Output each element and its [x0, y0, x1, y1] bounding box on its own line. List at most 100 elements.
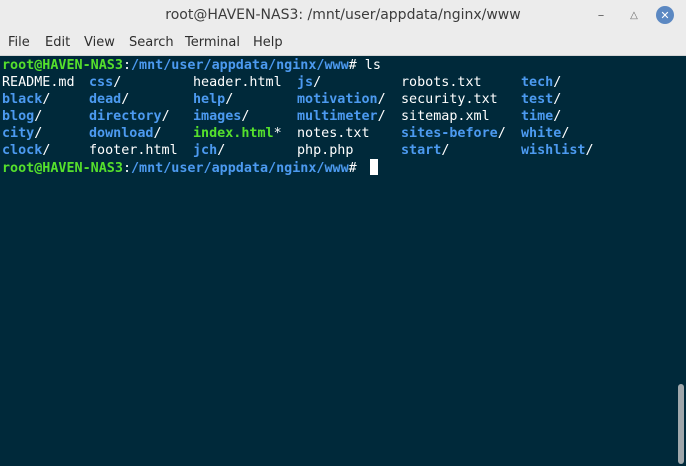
listing-entry-help: help/	[193, 91, 233, 108]
entry-name: city	[2, 126, 35, 141]
menu-view[interactable]: View	[84, 30, 115, 55]
entry-name: header.html	[193, 75, 282, 90]
entry-name: images	[193, 109, 242, 124]
entry-suffix: /	[553, 75, 562, 90]
entry-suffix: *	[273, 126, 282, 141]
listing-entry-robots-txt: robots.txt	[401, 74, 482, 91]
entry-name: start	[401, 143, 442, 158]
listing-entry-tech: tech/	[521, 74, 561, 91]
entry-name: download	[89, 126, 154, 141]
entry-suffix: /	[42, 92, 51, 107]
entry-name: js	[297, 75, 314, 90]
entry-suffix: /	[153, 126, 162, 141]
entry-suffix: /	[377, 92, 386, 107]
listing-entry-black: black/	[2, 91, 50, 108]
listing-entry-start: start/	[401, 142, 449, 159]
entry-suffix: /	[34, 126, 43, 141]
entry-suffix: /	[241, 109, 250, 124]
current-prompt-line: root@HAVEN-NAS3:/mnt/user/appdata/nginx/…	[2, 159, 378, 176]
entry-name: footer.html	[89, 143, 178, 158]
entry-suffix: /	[553, 92, 562, 107]
prompt-path: /mnt/user/appdata/nginx/www	[131, 161, 349, 176]
entry-name: clock	[2, 143, 43, 158]
command-text: ls	[364, 58, 381, 73]
listing-entry-test: test/	[521, 91, 561, 108]
prompt-symbol: #	[348, 58, 365, 73]
prompt-symbol: #	[348, 161, 365, 176]
listing-entry-time: time/	[521, 108, 561, 125]
entry-name: robots.txt	[401, 75, 482, 90]
menu-file[interactable]: File	[8, 30, 30, 55]
listing-entry-white: white/	[521, 125, 569, 142]
entry-name: directory	[89, 109, 162, 124]
listing-entry-city: city/	[2, 125, 42, 142]
entry-name: multimeter	[297, 109, 378, 124]
entry-suffix: /	[161, 109, 170, 124]
entry-suffix: /	[585, 143, 594, 158]
listing-entry-index-html: index.html*	[193, 125, 282, 142]
listing-entry-jch: jch/	[193, 142, 225, 159]
entry-suffix: /	[561, 126, 570, 141]
menu-bar: File Edit View Search Terminal Help	[0, 30, 686, 56]
listing-entry-sitemap-xml: sitemap.xml	[401, 108, 490, 125]
entry-name: README.md	[2, 75, 75, 90]
listing-entry-download: download/	[89, 125, 162, 142]
entry-name: wishlist	[521, 143, 586, 158]
minimize-icon[interactable]: –	[591, 5, 611, 25]
listing-entry-clock: clock/	[2, 142, 50, 159]
listing-entry-notes-txt: notes.txt	[297, 125, 370, 142]
entry-suffix: /	[553, 109, 562, 124]
entry-name: tech	[521, 75, 554, 90]
entry-suffix: /	[377, 109, 386, 124]
entry-name: security.txt	[401, 92, 498, 107]
menu-terminal[interactable]: Terminal	[185, 30, 240, 55]
entry-name: dead	[89, 92, 122, 107]
prompt-separator: :	[122, 161, 131, 176]
entry-suffix: /	[113, 75, 122, 90]
entry-name: white	[521, 126, 562, 141]
maximize-icon[interactable]: △	[624, 5, 644, 25]
entry-name: index.html	[193, 126, 274, 141]
entry-name: help	[193, 92, 226, 107]
listing-entry-directory: directory/	[89, 108, 170, 125]
terminal-output[interactable]: root@HAVEN-NAS3:/mnt/user/appdata/nginx/…	[0, 56, 686, 466]
listing-entry-css: css/	[89, 74, 121, 91]
entry-name: php.php	[297, 143, 354, 158]
menu-help[interactable]: Help	[253, 30, 283, 55]
prompt-separator: :	[122, 58, 131, 73]
listing-entry-header-html: header.html	[193, 74, 282, 91]
listing-entry-sites-before: sites-before/	[401, 125, 506, 142]
scrollbar-thumb[interactable]	[678, 384, 684, 464]
listing-entry-security-txt: security.txt	[401, 91, 498, 108]
listing-entry-php-php: php.php	[297, 142, 353, 159]
prompt-user: root@HAVEN-NAS3	[2, 161, 123, 176]
entry-suffix: /	[121, 92, 130, 107]
window-title: root@HAVEN-NAS3: /mnt/user/appdata/nginx…	[165, 7, 521, 23]
menu-edit[interactable]: Edit	[45, 30, 70, 55]
entry-name: motivation	[297, 92, 378, 107]
title-bar[interactable]: root@HAVEN-NAS3: /mnt/user/appdata/nginx…	[0, 0, 686, 30]
prompt-user: root@HAVEN-NAS3	[2, 58, 123, 73]
listing-entry-blog: blog/	[2, 108, 42, 125]
entry-suffix: /	[34, 109, 43, 124]
listing-entry-dead: dead/	[89, 91, 129, 108]
listing-entry-multimeter: multimeter/	[297, 108, 386, 125]
scrollbar[interactable]	[674, 56, 686, 466]
entry-suffix: /	[217, 143, 226, 158]
entry-suffix: /	[42, 143, 51, 158]
entry-suffix: /	[441, 143, 450, 158]
menu-search[interactable]: Search	[129, 30, 174, 55]
close-icon[interactable]: ✕	[656, 6, 674, 24]
listing-entry-readme-md: README.md	[2, 74, 75, 91]
entry-name: notes.txt	[297, 126, 370, 141]
listing-entry-motivation: motivation/	[297, 91, 386, 108]
entry-suffix: /	[225, 92, 234, 107]
entry-name: css	[89, 75, 114, 90]
entry-suffix: /	[313, 75, 322, 90]
listing-entry-images: images/	[193, 108, 249, 125]
entry-name: test	[521, 92, 554, 107]
text-cursor	[369, 159, 378, 175]
entry-name: black	[2, 92, 43, 107]
listing-entry-footer-html: footer.html	[89, 142, 178, 159]
entry-name: blog	[2, 109, 35, 124]
